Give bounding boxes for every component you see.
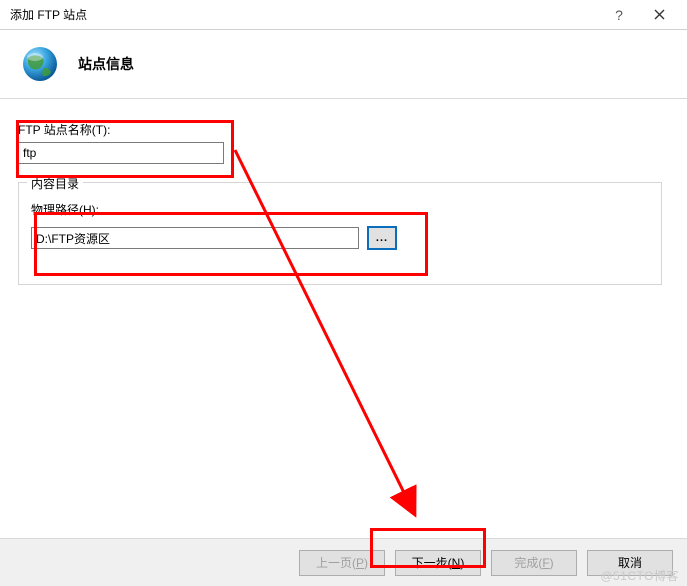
- dialog-footer: 上一页(P) 下一步(N) 完成(F) 取消: [0, 538, 687, 586]
- titlebar: 添加 FTP 站点 ?: [0, 0, 687, 30]
- close-icon: [654, 9, 665, 20]
- finish-button: 完成(F): [491, 550, 577, 576]
- content-directory-group: 内容目录 物理路径(H): ...: [18, 182, 662, 285]
- next-button[interactable]: 下一步(N): [395, 550, 481, 576]
- content-area: FTP 站点名称(T): 内容目录 物理路径(H): ...: [0, 99, 687, 539]
- page-heading: 站点信息: [78, 54, 134, 74]
- help-button[interactable]: ?: [599, 0, 639, 30]
- content-directory-legend: 内容目录: [27, 175, 83, 192]
- prev-button: 上一页(P): [299, 550, 385, 576]
- dialog-title: 添加 FTP 站点: [10, 6, 599, 23]
- header-band: 站点信息: [0, 30, 687, 99]
- site-name-input[interactable]: [18, 142, 224, 164]
- physical-path-input[interactable]: [31, 227, 359, 249]
- close-button[interactable]: [639, 0, 679, 30]
- physical-path-label: 物理路径(H):: [31, 201, 99, 218]
- watermark: @51CTO博客: [600, 567, 679, 584]
- globe-icon: [20, 44, 60, 84]
- browse-button[interactable]: ...: [367, 226, 397, 250]
- site-name-label: FTP 站点名称(T):: [18, 121, 110, 138]
